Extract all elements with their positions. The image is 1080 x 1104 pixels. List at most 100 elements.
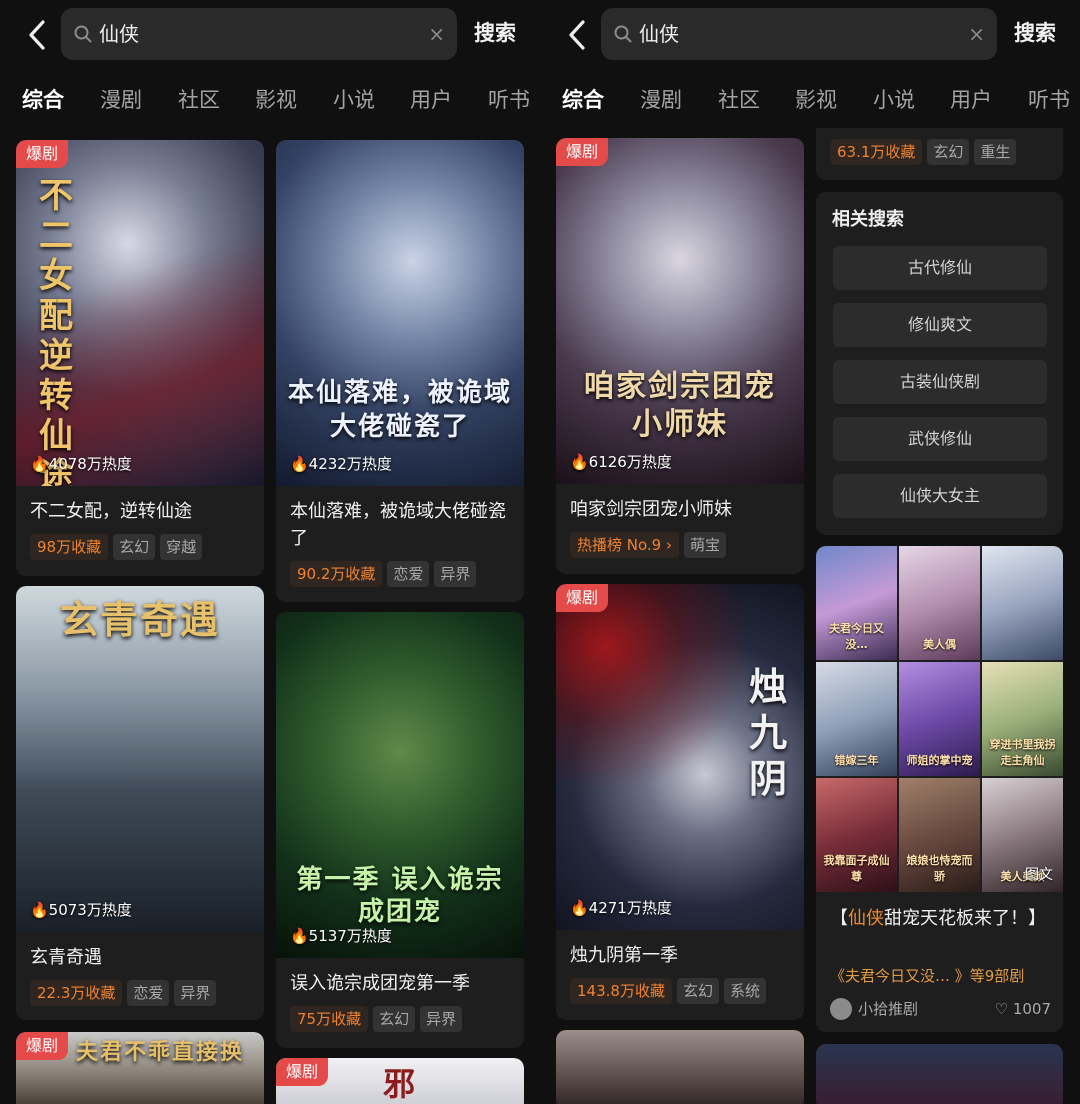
tab-community[interactable]: 社区 [718, 82, 760, 118]
genre-tag[interactable]: 系统 [723, 978, 766, 1004]
related-search-item[interactable]: 古代修仙 [833, 246, 1047, 290]
fav-count: 22.3万收藏 [30, 980, 123, 1006]
genre-tag[interactable]: 异界 [174, 980, 217, 1006]
search-query[interactable]: 仙侠 [99, 20, 139, 48]
post-subtitle[interactable]: 《夫君今日又没… 》等9部剧 [830, 964, 1024, 988]
left-pane: 仙侠 × 搜索 综合 漫剧 社区 影视 小说 用户 听书 不二女配 逆转仙途 🔥… [0, 0, 540, 1104]
drama-meta: 22.3万收藏 恋爱 异界 [30, 980, 221, 1008]
collage-cell: 娘娘也恃宠而骄 [899, 778, 980, 892]
genre-tag[interactable]: 穿越 [160, 534, 203, 560]
author-name[interactable]: 小拾推剧 [858, 996, 918, 1022]
drama-card[interactable]: 咱家剑宗团宠小师妹 🔥6126万热度 爆剧 咱家剑宗团宠小师妹 热播榜 No.9… [556, 138, 804, 574]
related-search-title: 相关搜索 [832, 209, 904, 230]
drama-card[interactable]: 邪 爆剧 [276, 1058, 524, 1104]
genre-tag[interactable]: 玄幻 [113, 534, 156, 560]
hot-badge: 爆剧 [16, 140, 69, 168]
collage-cell: 穿进书里我拐走主角仙 [982, 662, 1063, 776]
collage-post[interactable]: 夫君今日又没… 美人偶 错嫁三年 师姐的掌中宠 穿进书里我拐走主角仙 我靠面子成… [816, 546, 1063, 1032]
cover-title: 不二女配 逆转仙途 [39, 176, 75, 486]
tab-novel[interactable]: 小说 [873, 82, 915, 118]
drama-cover [556, 1030, 804, 1104]
post-author-row: 小拾推剧 ♡ 1007 [830, 996, 1055, 1022]
genre-tag[interactable]: 恋爱 [127, 980, 170, 1006]
clear-icon[interactable]: × [428, 21, 445, 47]
search-input[interactable]: 仙侠 × [61, 8, 457, 60]
fav-count: 75万收藏 [290, 1006, 369, 1032]
drama-cover: 玄青奇遇 🔥5073万热度 [16, 586, 264, 932]
back-icon[interactable] [22, 18, 52, 52]
collage-grid: 夫君今日又没… 美人偶 错嫁三年 师姐的掌中宠 穿进书里我拐走主角仙 我靠面子成… [816, 546, 1063, 894]
related-search-item[interactable]: 仙侠大女主 [833, 474, 1047, 518]
genre-tag[interactable]: 恋爱 [387, 561, 430, 587]
related-search-item[interactable]: 武侠修仙 [833, 417, 1047, 461]
heat-label: 🔥4271万热度 [570, 899, 672, 917]
drama-title: 咱家剑宗团宠小师妹 [570, 499, 732, 520]
drama-meta: 75万收藏 玄幻 异界 [290, 1006, 467, 1034]
drama-cover: 烛九阴 🔥4271万热度 [556, 584, 804, 930]
drama-card[interactable]: 烛九阴 🔥4271万热度 爆剧 烛九阴第一季 143.8万收藏 玄幻 系统 [556, 584, 804, 1020]
drama-cover: 第一季 误入诡宗成团宠 🔥5137万热度 [276, 612, 524, 958]
clear-icon[interactable]: × [968, 21, 985, 47]
search-button[interactable]: 搜索 [1014, 18, 1056, 48]
search-query[interactable]: 仙侠 [639, 20, 679, 48]
fav-count: 143.8万收藏 [570, 978, 672, 1004]
tab-audiobook[interactable]: 听书 [1028, 82, 1070, 118]
search-button[interactable]: 搜索 [474, 18, 516, 48]
tab-all[interactable]: 综合 [562, 82, 604, 118]
hot-badge: 爆剧 [16, 1032, 69, 1060]
drama-card[interactable]: 本仙落难，被诡域大佬碰瓷了 🔥4232万热度 本仙落难，被诡域大佬碰瓷了 90.… [276, 140, 524, 602]
collage-cell: 我靠面子成仙尊 [816, 778, 897, 892]
tab-drama[interactable]: 漫剧 [100, 82, 142, 118]
collage-cell: 错嫁三年 [816, 662, 897, 776]
cover-title: 咱家剑宗团宠小师妹 [584, 369, 776, 442]
drama-card[interactable]: 不二女配 逆转仙途 🔥4078万热度 爆剧 不二女配，逆转仙途 98万收藏 玄幻穿… [16, 140, 264, 576]
drama-meta: 热播榜 No.9 › 萌宝 [570, 532, 731, 560]
fav-count: 63.1万收藏 [830, 139, 923, 165]
search-icon [74, 25, 92, 43]
avatar[interactable] [830, 998, 852, 1020]
drama-card[interactable]: 夫君不乖直接换 爆剧 [16, 1032, 264, 1104]
genre-tag[interactable]: 玄幻 [676, 978, 719, 1004]
drama-card[interactable]: 玄青奇遇 🔥5073万热度 玄青奇遇 22.3万收藏 恋爱 异界 [16, 586, 264, 1020]
hot-badge: 爆剧 [556, 138, 609, 166]
tab-audiobook[interactable]: 听书 [488, 82, 530, 118]
related-search-item[interactable]: 修仙爽文 [833, 303, 1047, 347]
chart-rank-link[interactable]: 热播榜 No.9 › [570, 532, 679, 558]
genre-tag[interactable]: 萌宝 [683, 532, 726, 558]
tab-video[interactable]: 影视 [795, 82, 837, 118]
drama-card[interactable] [556, 1030, 804, 1104]
heat-label: 🔥6126万热度 [570, 453, 672, 471]
related-search-item[interactable]: 古装仙侠剧 [833, 360, 1047, 404]
genre-tag[interactable]: 异界 [420, 1006, 463, 1032]
drama-meta: 63.1万收藏 玄幻 重生 [830, 139, 1021, 167]
drama-meta: 143.8万收藏 玄幻 系统 [570, 978, 771, 1006]
drama-title: 误入诡宗成团宠第一季 [290, 973, 470, 994]
genre-tag[interactable]: 重生 [974, 139, 1017, 165]
tab-users[interactable]: 用户 [410, 82, 452, 118]
genre-tag[interactable]: 玄幻 [373, 1006, 416, 1032]
like-count[interactable]: ♡ 1007 [995, 996, 1051, 1022]
search-input[interactable]: 仙侠 × [601, 8, 997, 60]
category-tabs: 综合 漫剧 社区 影视 小说 用户 听书 [0, 82, 540, 122]
tab-community[interactable]: 社区 [178, 82, 220, 118]
back-icon[interactable] [562, 18, 592, 52]
search-icon [614, 25, 632, 43]
genre-tag[interactable]: 异界 [434, 561, 477, 587]
drama-title: 不二女配，逆转仙途 [30, 501, 192, 522]
heat-label: 🔥5137万热度 [290, 927, 392, 945]
heat-label: 🔥4078万热度 [30, 455, 132, 473]
drama-card[interactable]: 第一季 误入诡宗成团宠 🔥5137万热度 误入诡宗成团宠第一季 75万收藏 玄幻异… [276, 612, 524, 1048]
drama-card[interactable] [816, 1044, 1063, 1104]
hot-badge: 爆剧 [556, 584, 609, 612]
tab-novel[interactable]: 小说 [333, 82, 375, 118]
heat-label: 🔥4232万热度 [290, 455, 392, 473]
tab-users[interactable]: 用户 [950, 82, 992, 118]
drama-meta: 98万收藏 玄幻 穿越 [30, 534, 207, 562]
tab-drama[interactable]: 漫剧 [640, 82, 682, 118]
drama-card[interactable]: 63.1万收藏 玄幻 重生 [816, 128, 1063, 180]
tab-video[interactable]: 影视 [255, 82, 297, 118]
fav-count: 90.2万收藏 [290, 561, 383, 587]
tab-all[interactable]: 综合 [22, 82, 64, 118]
collage-cell: 师姐的掌中宠 [899, 662, 980, 776]
genre-tag[interactable]: 玄幻 [927, 139, 970, 165]
